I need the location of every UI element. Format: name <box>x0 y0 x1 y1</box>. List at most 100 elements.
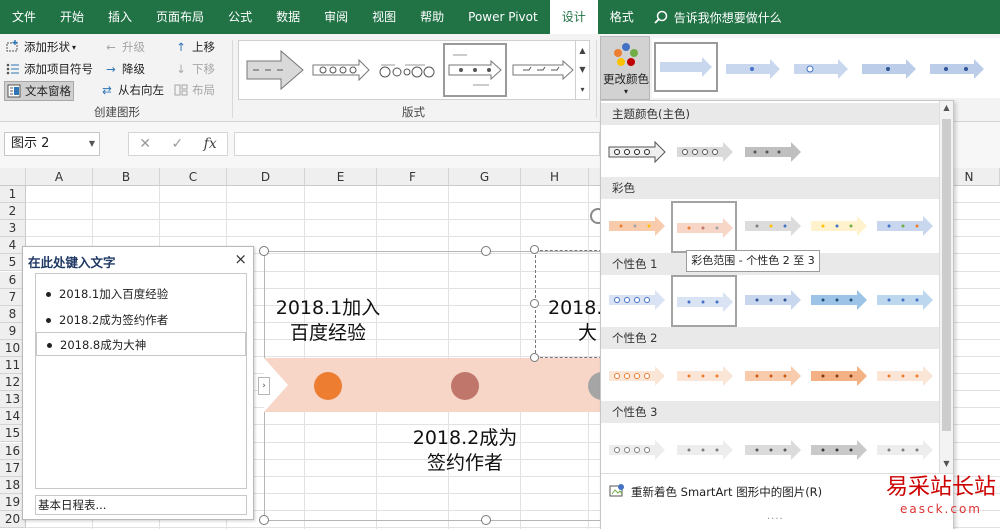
tab-review[interactable]: 审阅 <box>312 0 360 34</box>
timeline-text-2[interactable]: 2018.2成为 签约作者 <box>405 426 525 476</box>
style-option[interactable] <box>790 44 854 94</box>
color-option[interactable] <box>743 277 805 325</box>
color-option[interactable] <box>671 275 737 327</box>
list-item[interactable]: 2018.2成为签约作者 <box>46 308 242 332</box>
tab-power-pivot[interactable]: Power Pivot <box>456 0 550 34</box>
chevron-down-icon[interactable]: ▼ <box>579 65 585 74</box>
tab-insert[interactable]: 插入 <box>96 0 144 34</box>
layout-button[interactable]: 布局 <box>174 82 215 98</box>
resize-handle[interactable] <box>481 246 491 256</box>
color-option[interactable] <box>743 203 805 251</box>
column-header-c[interactable]: C <box>160 168 227 186</box>
check-icon[interactable]: ✓ <box>171 136 183 152</box>
text-pane-toggle[interactable]: › <box>258 377 270 395</box>
resize-handle[interactable] <box>530 353 539 362</box>
color-option[interactable] <box>743 353 805 401</box>
add-bullet-button[interactable]: 添加项目符号 <box>6 61 93 77</box>
resize-handle[interactable] <box>530 245 539 254</box>
color-option[interactable] <box>675 129 737 177</box>
layout-option-circle-timeline[interactable] <box>375 43 439 97</box>
layouts-gallery-scroll[interactable]: ▲ ▼ ▾ <box>575 41 589 99</box>
color-option[interactable] <box>875 353 937 401</box>
color-option[interactable] <box>607 277 669 325</box>
color-option[interactable] <box>875 277 937 325</box>
tab-help[interactable]: 帮助 <box>408 0 456 34</box>
color-option[interactable] <box>607 129 669 177</box>
timeline-dot-1[interactable] <box>314 372 342 400</box>
column-header-f[interactable]: F <box>377 168 449 186</box>
color-option[interactable] <box>675 353 737 401</box>
right-to-left-button[interactable]: ⇄ 从右向左 <box>100 82 164 98</box>
color-option[interactable] <box>607 203 669 251</box>
style-option[interactable] <box>722 44 786 94</box>
change-colors-button[interactable]: 更改颜色 ▾ <box>600 36 650 100</box>
column-header-b[interactable]: B <box>93 168 160 186</box>
column-header-h[interactable]: H <box>521 168 589 186</box>
promote-button[interactable]: ← 升级 <box>104 39 145 55</box>
tell-me-box[interactable]: 告诉我你想要做什么 <box>646 9 782 26</box>
chevron-up-icon[interactable]: ▲ <box>940 103 953 112</box>
style-option[interactable] <box>654 42 718 92</box>
expand-gallery-icon[interactable]: ▾ <box>580 85 584 94</box>
list-item[interactable]: 2018.8成为大神 <box>36 332 246 356</box>
layout-option-chevron[interactable] <box>511 43 575 97</box>
column-header-e[interactable]: E <box>305 168 377 186</box>
layout-option-block-arrow[interactable] <box>243 43 307 97</box>
add-shape-button[interactable]: 添加形状 ▾ <box>6 39 76 55</box>
row-header[interactable]: 1 <box>0 186 26 204</box>
insert-function-icon[interactable]: fx <box>204 136 217 152</box>
resize-handle[interactable] <box>259 515 269 525</box>
layout-option-basic-timeline[interactable] <box>443 43 507 97</box>
color-option[interactable] <box>607 353 669 401</box>
select-all-corner[interactable] <box>0 168 26 186</box>
text-pane-layout-link[interactable]: 基本日程表... <box>35 495 247 515</box>
color-option[interactable] <box>875 203 937 251</box>
color-option[interactable] <box>743 427 805 475</box>
style-option[interactable] <box>858 44 922 94</box>
tab-format[interactable]: 格式 <box>598 0 646 34</box>
color-option[interactable] <box>809 427 871 475</box>
cancel-icon[interactable]: ✕ <box>139 136 151 152</box>
close-icon[interactable]: × <box>234 250 247 268</box>
resize-grip-icon[interactable]: ···· <box>767 514 784 525</box>
chevron-down-icon[interactable]: ▼ <box>940 459 953 468</box>
color-option[interactable] <box>743 129 805 177</box>
name-box[interactable]: 图示 2 ▼ <box>4 132 100 156</box>
tab-view[interactable]: 视图 <box>360 0 408 34</box>
tab-home[interactable]: 开始 <box>48 0 96 34</box>
resize-handle[interactable] <box>259 246 269 256</box>
formula-input[interactable] <box>234 132 600 156</box>
demote-button[interactable]: → 降级 <box>104 61 145 77</box>
row-header[interactable]: 3 <box>0 220 26 238</box>
move-down-button[interactable]: ↓ 下移 <box>174 61 215 77</box>
color-option-selected[interactable] <box>671 201 737 253</box>
column-header-a[interactable]: A <box>26 168 93 186</box>
list-item[interactable]: 2018.1加入百度经验 <box>46 282 242 306</box>
resize-handle[interactable] <box>481 515 491 525</box>
tab-design[interactable]: 设计 <box>549 0 598 34</box>
dropdown-scrollbar[interactable]: ▲ ▼ <box>939 101 953 473</box>
column-header-d[interactable]: D <box>227 168 305 186</box>
color-option[interactable] <box>809 353 871 401</box>
color-option[interactable] <box>675 427 737 475</box>
tab-data[interactable]: 数据 <box>264 0 312 34</box>
layout-option-circle-arrow[interactable] <box>309 43 373 97</box>
timeline-dot-2[interactable] <box>451 372 479 400</box>
style-option[interactable] <box>926 44 990 94</box>
color-option[interactable] <box>875 427 937 475</box>
color-option[interactable] <box>607 427 669 475</box>
timeline-text-1[interactable]: 2018.1加入 百度经验 <box>268 296 388 346</box>
tab-formulas[interactable]: 公式 <box>216 0 264 34</box>
text-pane-list[interactable]: 2018.1加入百度经验 2018.2成为签约作者 2018.8成为大神 <box>35 273 247 489</box>
move-up-button[interactable]: ↑ 上移 <box>174 39 215 55</box>
color-option[interactable] <box>809 277 871 325</box>
text-pane-button[interactable]: 文本窗格 <box>4 81 74 101</box>
chevron-up-icon[interactable]: ▲ <box>579 46 585 55</box>
row-header[interactable]: 2 <box>0 203 26 221</box>
timeline-text-3[interactable]: 2018.8 大 <box>548 296 606 346</box>
scroll-thumb[interactable] <box>942 119 951 431</box>
tab-file[interactable]: 文件 <box>0 0 48 34</box>
resize-handle[interactable] <box>530 299 539 308</box>
column-header-g[interactable]: G <box>449 168 521 186</box>
tab-page-layout[interactable]: 页面布局 <box>144 0 216 34</box>
